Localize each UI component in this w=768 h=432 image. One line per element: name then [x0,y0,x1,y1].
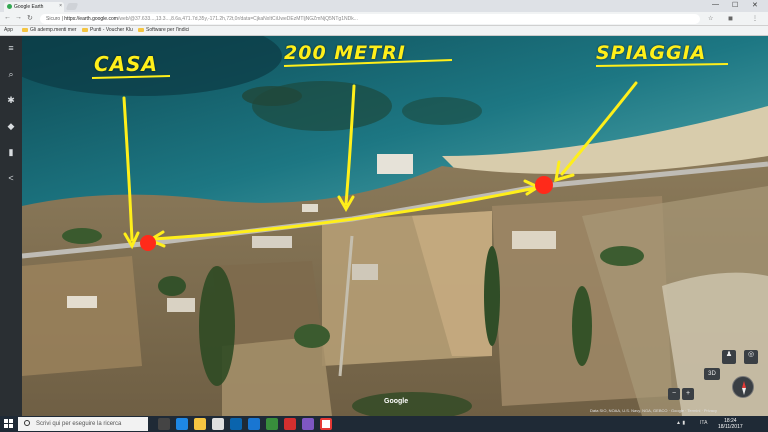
pegman-icon[interactable]: ♟ [722,350,736,364]
bookmark-apps[interactable]: App [4,27,13,33]
url-host: https://earth.google.com [64,16,118,22]
feeling-lucky-icon[interactable]: ◆ [5,120,17,132]
folder-icon [22,27,28,32]
casa-label: CASA [94,52,159,76]
language-indicator[interactable]: ITA [700,420,707,426]
satellite-imagery [22,36,768,416]
tab-strip: Google Earth × — ☐ ✕ [0,0,768,12]
address-toolbar: ← → ↻ Sicuro | https://earth.google.com/… [0,12,768,26]
address-input[interactable]: Sicuro | https://earth.google.com/web/@3… [40,14,700,24]
projects-icon[interactable]: ▮ [5,146,17,158]
reload-icon[interactable]: ↻ [27,14,33,22]
forward-arrow-icon[interactable]: → [15,14,22,21]
windows-taskbar: Scrivi qui per eseguire la ricerca ▲ ▮ I… [0,416,768,432]
maximize-button[interactable]: ☐ [732,1,738,9]
extension-icon[interactable]: ◼ [728,15,733,22]
3d-toggle-button[interactable]: 3D [704,368,720,380]
map-attribution[interactable]: Data SIO, NOAA, U.S. Navy, NGA, GEBCO · … [590,408,717,413]
minimize-button[interactable]: — [712,1,719,8]
bookmark-item[interactable]: Punti - Voucher Klu [82,27,133,33]
windows-start-icon[interactable] [4,419,14,429]
spiaggia-marker [535,176,553,194]
chrome-menu-icon[interactable]: ⋮ [752,15,758,22]
bookmark-star-icon[interactable]: ☆ [708,15,713,22]
menu-icon[interactable]: ≡ [5,42,17,54]
edge-icon[interactable] [176,418,188,430]
earth-side-rail: ≡ ⌕ ✱ ◆ ▮ < [0,36,22,416]
google-earth-favicon-icon [7,4,12,9]
system-clock[interactable]: 18:24 18/11/2017 [718,418,743,430]
zoom-out-button[interactable]: − [668,388,680,400]
close-window-button[interactable]: ✕ [752,1,758,9]
search-icon[interactable]: ⌕ [5,68,17,80]
satellite-map[interactable]: CASA 200 METRI SPIAGGIA [22,36,768,416]
voyager-icon[interactable]: ✱ [5,94,17,106]
excel-icon[interactable] [266,418,278,430]
secure-label: Sicuro [46,16,61,22]
taskbar-search-input[interactable]: Scrivi qui per eseguire la ricerca [18,417,148,431]
clock-date: 18/11/2017 [718,424,743,430]
word-icon[interactable] [248,418,260,430]
folder-icon [82,27,88,32]
bookmark-item[interactable]: Gli ademp.menti mer [22,27,76,33]
tab-google-earth[interactable]: Google Earth × [4,2,64,12]
url-path: /web/@37.633...,13.3...,8.6a,471.7d,35y,… [117,16,358,22]
spiaggia-label: SPIAGGIA [596,42,707,64]
tab-title: Google Earth [14,4,44,10]
distance-label: 200 METRI [284,42,406,64]
network-icon[interactable]: ▲ ▮ [676,420,685,426]
share-icon[interactable]: < [5,172,17,184]
bookmark-item[interactable]: Software per l'indici [138,27,189,33]
bookmarks-bar: App Gli ademp.menti mer Punti - Voucher … [0,26,768,36]
my-location-icon[interactable]: ◎ [744,350,758,364]
search-icon [24,420,30,426]
task-view-icon[interactable] [158,418,170,430]
chrome-icon[interactable] [320,418,332,430]
file-explorer-icon[interactable] [194,418,206,430]
zoom-in-button[interactable]: + [682,388,694,400]
acrobat-icon[interactable] [284,418,296,430]
compass-icon[interactable] [732,376,754,398]
app-icon[interactable] [302,418,314,430]
back-arrow-icon[interactable]: ← [4,14,11,21]
google-logo: Google [384,398,409,405]
casa-marker [140,235,156,251]
mail-icon[interactable] [230,418,242,430]
store-icon[interactable] [212,418,224,430]
new-tab-button[interactable] [65,3,79,10]
screen: Google Earth × — ☐ ✕ ← → ↻ Sicuro | http… [0,0,768,432]
tab-close-icon[interactable]: × [59,3,62,9]
folder-icon [138,27,144,32]
